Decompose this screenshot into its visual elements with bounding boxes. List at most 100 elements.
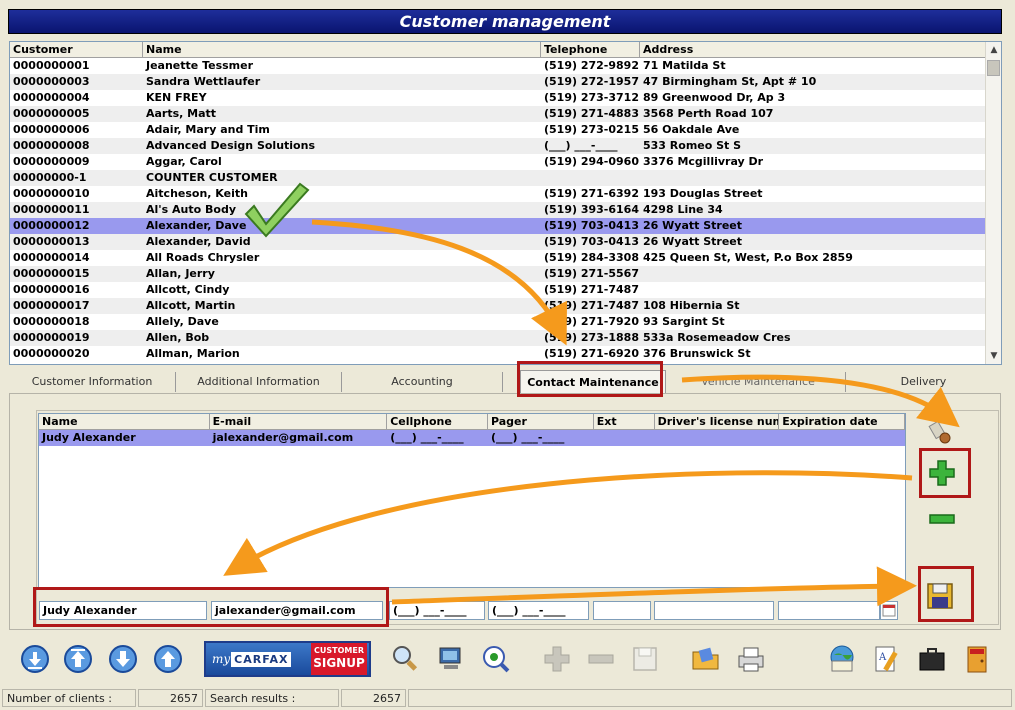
highlight-add-button [919, 448, 971, 498]
customer-grid[interactable]: Customer Name Telephone Address 00000000… [9, 41, 1002, 365]
highlight-save-button [918, 566, 974, 622]
customer-grid-header: Customer Name Telephone Address [10, 42, 986, 58]
nav-last-button[interactable] [149, 640, 187, 678]
customer-name-cell: Allely, Dave [146, 315, 219, 328]
contact-ext-field[interactable] [593, 601, 651, 620]
email-button[interactable] [823, 640, 861, 678]
search-button[interactable] [387, 640, 425, 678]
nav-last-icon [154, 645, 182, 673]
tab-customer-information[interactable]: Customer Information [9, 372, 176, 392]
contacts-grid[interactable]: Name E-mail Cellphone Pager Ext Driver's… [38, 413, 906, 588]
table-row-selected[interactable]: 0000000012 Alexander, Dave (519) 703-0413 2… [10, 218, 986, 234]
nav-first-button[interactable] [16, 640, 54, 678]
customer-id-cell: 0000000013 [13, 235, 90, 248]
table-row[interactable]: 0000000005 Aarts, Matt (519) 271-4883 3568 … [10, 106, 986, 122]
customer-address-cell: 26 Wyatt Street [643, 235, 742, 248]
column-header-cellphone[interactable]: Cellphone [387, 414, 488, 430]
customer-name-cell: Jeanette Tessmer [146, 59, 254, 72]
table-row[interactable]: 0000000011 Al's Auto Body (519) 393-6164 42… [10, 202, 986, 218]
add-button-disabled[interactable] [538, 640, 576, 678]
table-row[interactable]: 00000000-1 COUNTER CUSTOMER [10, 170, 986, 186]
customer-telephone-cell: (519) 703-0413 [544, 235, 639, 248]
column-header-customer[interactable]: Customer [10, 42, 143, 58]
scroll-thumb[interactable] [987, 60, 1000, 76]
table-row[interactable]: 0000000009 Aggar, Carol (519) 294-0960 3376… [10, 154, 986, 170]
customer-telephone-cell: (519) 273-3712 [544, 91, 639, 104]
table-row[interactable]: 0000000010 Aitcheson, Keith (519) 271-6392… [10, 186, 986, 202]
customer-grid-scrollbar[interactable]: ▲ ▼ [985, 42, 1001, 364]
customer-name-cell: Aitcheson, Keith [146, 187, 248, 200]
edit-document-button[interactable]: A [868, 640, 906, 678]
carfax-badge-bottom: SIGNUP [313, 656, 365, 670]
computer-button[interactable] [432, 640, 470, 678]
tool-icon [928, 420, 951, 444]
add-icon [544, 646, 570, 672]
customer-telephone-cell: (519) 271-7487 [544, 283, 639, 296]
customer-telephone-cell: (519) 271-6392 [544, 187, 639, 200]
remove-button-disabled[interactable] [582, 640, 620, 678]
table-row[interactable]: 0000000014 All Roads Chrysler (519) 284-33… [10, 250, 986, 266]
column-header-expiration-date[interactable]: Expiration date [779, 414, 905, 430]
tab-delivery[interactable]: Delivery [846, 372, 1001, 392]
table-row[interactable]: 0000000004 KEN FREY (519) 273-3712 89 Gree… [10, 90, 986, 106]
briefcase-button[interactable] [913, 640, 951, 678]
column-header-ext[interactable]: Ext [593, 414, 655, 430]
table-row[interactable]: 0000000008 Advanced Design Solutions (___)… [10, 138, 986, 154]
table-row[interactable]: 0000000015 Allan, Jerry (519) 271-5567 [10, 266, 986, 282]
remove-contact-button[interactable] [923, 500, 961, 538]
customer-name-cell: Allan, Jerry [146, 267, 215, 280]
customer-address-cell: 71 Matilda St [643, 59, 726, 72]
table-row[interactable]: 0000000016 Allcott, Cindy (519) 271-7487 [10, 282, 986, 298]
print-button[interactable] [732, 640, 770, 678]
globe-mail-icon [830, 645, 854, 672]
eye-search-button[interactable] [477, 640, 515, 678]
table-row[interactable]: 0000000019 Allen, Bob (519) 273-1888 533a R… [10, 330, 986, 346]
window-title: Customer management [8, 9, 1002, 34]
column-header-contact-name[interactable]: Name [39, 414, 210, 430]
customer-id-cell: 0000000010 [13, 187, 90, 200]
folder-button[interactable] [687, 640, 725, 678]
customer-telephone-cell [541, 170, 640, 186]
search-icon [393, 646, 418, 671]
column-header-drivers-license[interactable]: Driver's license numb [654, 414, 780, 430]
column-header-telephone[interactable]: Telephone [541, 42, 640, 58]
exit-button[interactable] [958, 640, 996, 678]
highlight-contact-tab [517, 361, 663, 397]
highlight-edit-fields [33, 587, 389, 627]
table-row[interactable]: 0000000006 Adair, Mary and Tim (519) 273-0… [10, 122, 986, 138]
table-row[interactable]: 0000000003 Sandra Wettlaufer (519) 272-195… [10, 74, 986, 90]
calendar-icon [882, 604, 896, 617]
table-row[interactable]: 0000000001 Jeanette Tessmer (519) 272-9892… [10, 58, 986, 74]
contact-cellphone-field[interactable]: (___) ___-____ [389, 601, 485, 620]
nav-next-button[interactable] [104, 640, 142, 678]
customer-address-cell: 425 Queen St, West, P.o Box 2859 [643, 251, 853, 264]
column-header-pager[interactable]: Pager [487, 414, 594, 430]
contact-license-field[interactable] [654, 601, 774, 620]
carfax-signup-button[interactable]: my CARFAX CUSTOMER SIGNUP [204, 641, 371, 677]
contact-pager-field[interactable]: (___) ___-____ [488, 601, 589, 620]
column-header-email[interactable]: E-mail [209, 414, 388, 430]
tab-accounting[interactable]: Accounting [342, 372, 503, 392]
nav-prev-button[interactable] [59, 640, 97, 678]
column-header-name[interactable]: Name [143, 42, 541, 58]
tab-additional-information[interactable]: Additional Information [176, 372, 342, 392]
column-header-address[interactable]: Address [640, 42, 986, 58]
customer-telephone-cell: (519) 271-7487 [544, 299, 639, 312]
tab-vehicle-maintenance[interactable]: Vehicle Maintenance [671, 372, 846, 392]
table-row[interactable]: 0000000020 Allman, Marion (519) 271-6920 37… [10, 346, 986, 362]
save-button-disabled[interactable] [626, 640, 664, 678]
table-row[interactable]: 0000000013 Alexander, David (519) 703-0413… [10, 234, 986, 250]
table-row[interactable]: 0000000017 Allcott, Martin (519) 271-7487 1… [10, 298, 986, 314]
customer-id-cell: 0000000011 [13, 203, 90, 216]
tool-button[interactable] [920, 413, 958, 451]
scroll-down-icon[interactable]: ▼ [986, 348, 1002, 364]
customer-id-cell: 0000000018 [13, 315, 90, 328]
table-row[interactable]: Judy Alexander jalexander@gmail.com (___… [39, 430, 905, 446]
calendar-button[interactable] [880, 601, 898, 620]
contact-expiration-field[interactable] [778, 601, 880, 620]
customer-id-cell: 0000000020 [13, 347, 90, 360]
status-empty-panel [408, 689, 1012, 707]
scroll-up-icon[interactable]: ▲ [986, 42, 1002, 58]
table-row[interactable]: 0000000018 Allely, Dave (519) 271-7920 93 S… [10, 314, 986, 330]
customer-telephone-cell: (519) 271-6920 [544, 347, 639, 360]
